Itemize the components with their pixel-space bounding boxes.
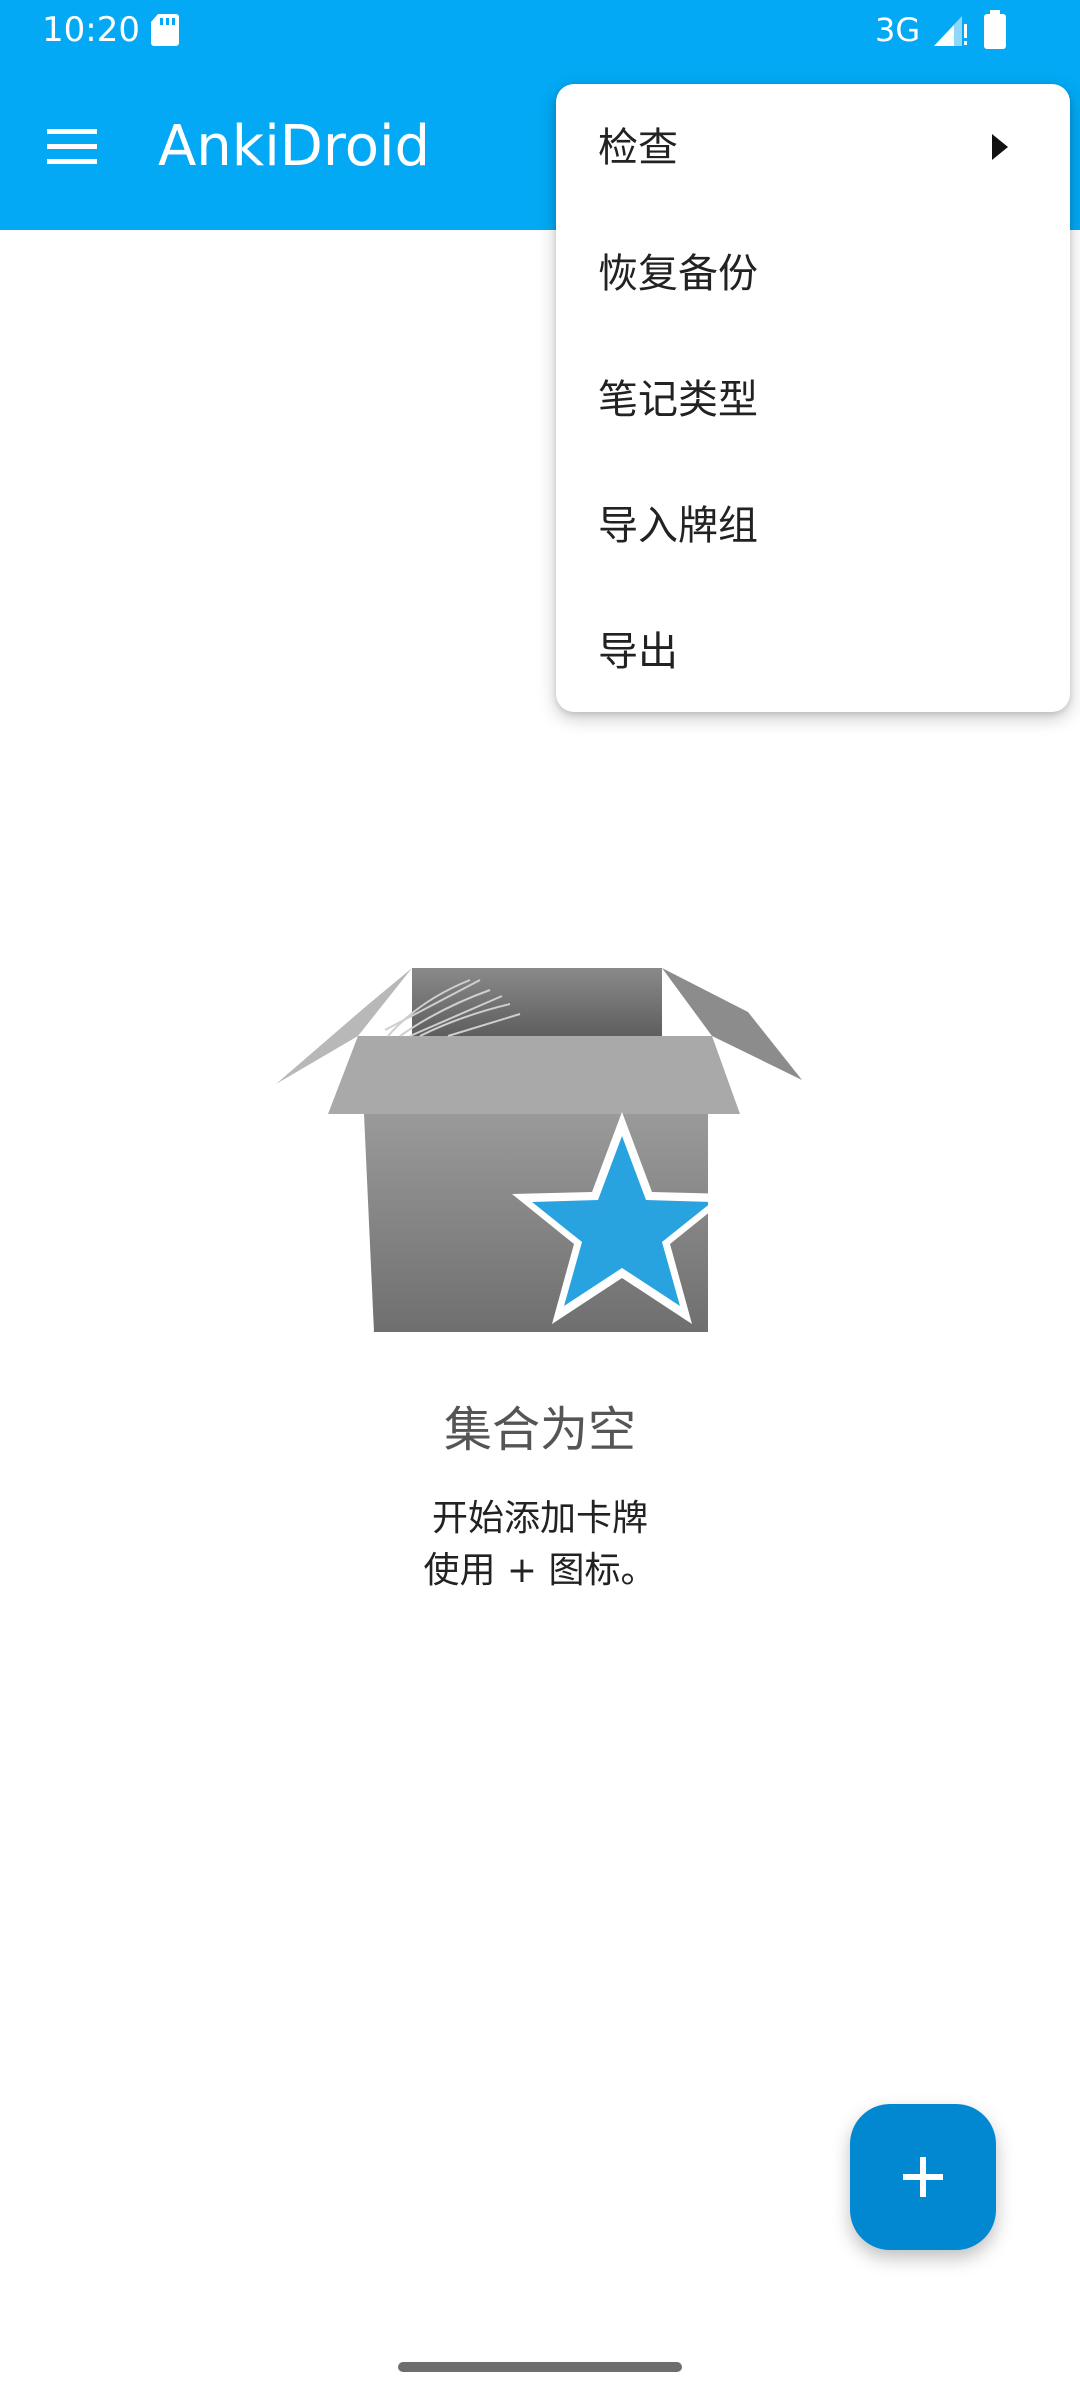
menu-item-label: 恢复备份: [598, 251, 758, 297]
empty-message-line1: 开始添加卡牌: [431, 1498, 648, 1539]
add-fab-button[interactable]: [850, 2104, 996, 2250]
gesture-navigation-bar[interactable]: [398, 2362, 682, 2372]
menu-item-label: 导入牌组: [598, 503, 758, 549]
battery-icon: [984, 10, 1006, 49]
empty-title: 集合为空: [443, 1402, 636, 1458]
hamburger-menu-button[interactable]: [38, 112, 108, 182]
menu-item-import-deck[interactable]: 导入牌组: [556, 462, 1070, 588]
empty-box-with-star-icon: [276, 968, 810, 1340]
status-time: 10:20: [42, 10, 140, 50]
status-bar: 10:20 3G: [0, 0, 1080, 62]
menu-item-label: 导出: [598, 629, 678, 675]
menu-item-label: 检查: [598, 125, 678, 171]
signal-icon: [934, 16, 967, 46]
empty-message-line2: 使用 + 图标。: [423, 1550, 657, 1591]
overflow-menu: 检查 恢复备份 笔记类型 导入牌组 导出: [556, 84, 1070, 712]
network-type: 3G: [875, 11, 921, 49]
menu-item-label: 笔记类型: [598, 377, 758, 423]
app-title: AnkiDroid: [158, 114, 431, 179]
app-screen: 10:20 3G AnkiDroid 集合为空 开始添加卡牌 使用 + 图标。 …: [0, 0, 1080, 2400]
menu-item-restore-backup[interactable]: 恢复备份: [556, 210, 1070, 336]
menu-item-export[interactable]: 导出: [556, 588, 1070, 714]
submenu-arrow-icon: [992, 134, 1008, 160]
plus-icon: [903, 2157, 943, 2197]
menu-item-check[interactable]: 检查: [556, 84, 1070, 210]
sd-card-icon: [151, 14, 179, 46]
menu-item-note-types[interactable]: 笔记类型: [556, 336, 1070, 462]
hamburger-menu-icon: [47, 129, 97, 164]
